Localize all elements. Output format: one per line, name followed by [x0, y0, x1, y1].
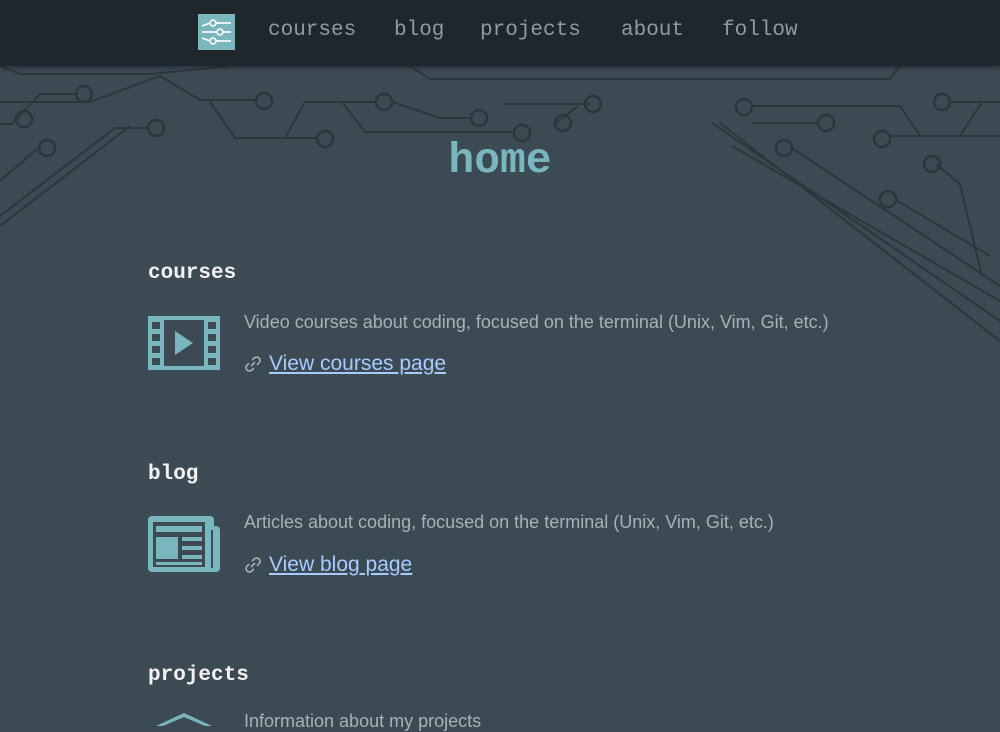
page-title: home: [448, 136, 552, 185]
section-title-blog: blog: [148, 463, 199, 486]
section-description-courses: Video courses about coding, focused on t…: [244, 312, 829, 332]
main-content: home courses Video courses about coding,…: [0, 0, 1000, 731]
section-title-projects: projects: [148, 664, 249, 687]
nav-link-blog[interactable]: blog: [394, 16, 444, 46]
top-nav-bar: courses blog projects about follow: [0, 0, 1000, 66]
nav-link-courses[interactable]: courses: [268, 16, 356, 46]
section-title-courses: courses: [148, 262, 237, 285]
nav-link-about[interactable]: about: [621, 16, 684, 46]
nav-link-follow[interactable]: follow: [722, 16, 798, 46]
film-strip-icon: [148, 316, 220, 370]
section-description-blog: Articles about coding, focused on the te…: [244, 512, 774, 532]
link-icon: [244, 355, 262, 373]
view-courses-link[interactable]: View courses page: [269, 350, 446, 378]
nav-link-projects[interactable]: projects: [480, 16, 581, 46]
house-icon: [148, 712, 220, 726]
newspaper-icon: [148, 516, 220, 572]
section-description-projects: Information about my projects: [244, 711, 482, 731]
view-blog-link[interactable]: View blog page: [269, 551, 412, 579]
circuit-logo-graphic: [201, 19, 231, 45]
link-icon: [244, 556, 262, 574]
circuit-logo-icon[interactable]: [198, 14, 235, 50]
